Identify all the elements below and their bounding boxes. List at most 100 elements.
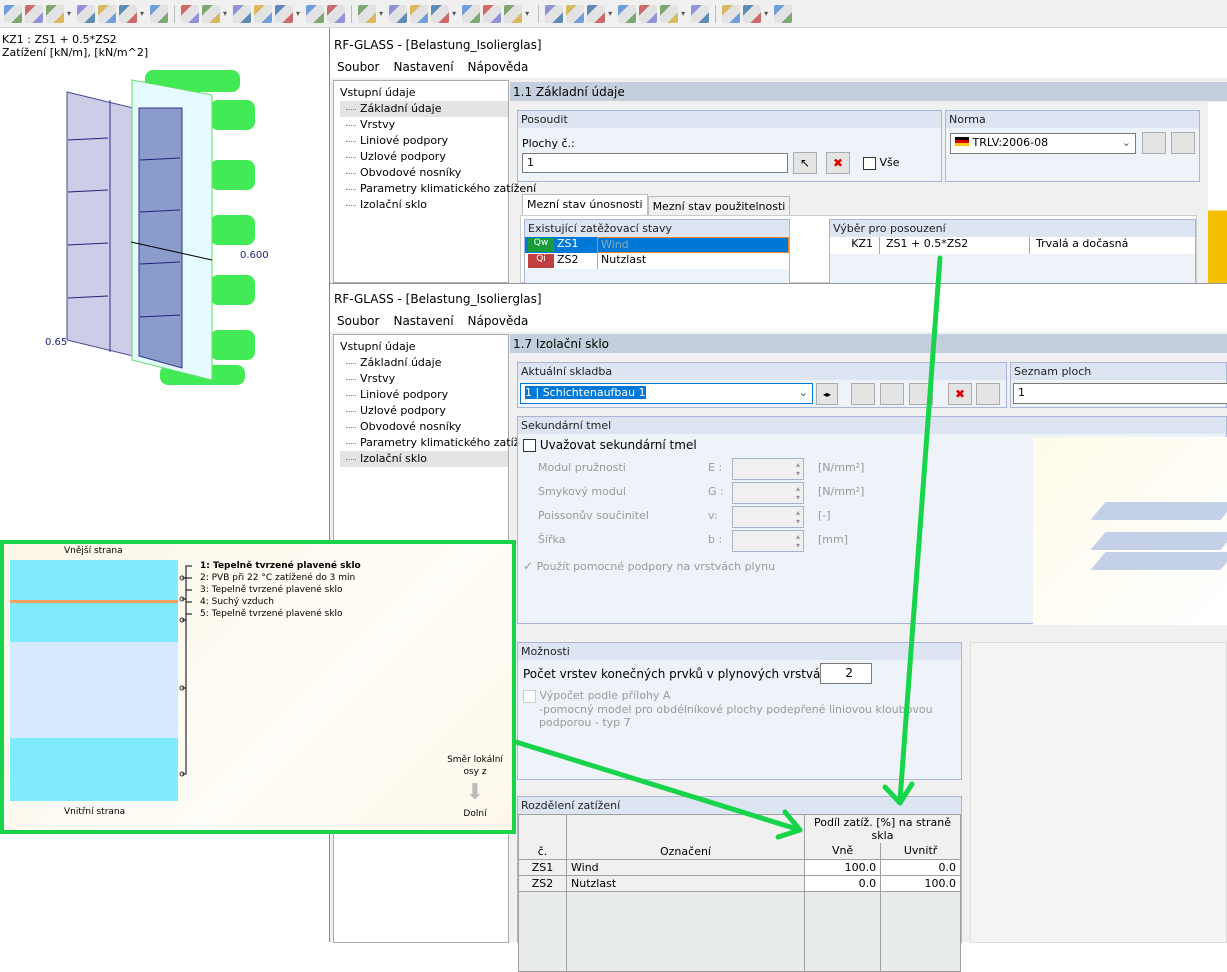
new-norm-button[interactable] xyxy=(1142,132,1166,154)
all-checkbox[interactable]: Vše xyxy=(863,156,900,170)
load-group-icon[interactable] xyxy=(181,4,200,23)
tree-item-climate[interactable]: Parametry klimatického zatížení xyxy=(340,181,536,197)
wizard-icon[interactable] xyxy=(254,4,273,23)
zoom-model-icon[interactable] xyxy=(275,4,294,23)
cell-inside[interactable]: 0.0 xyxy=(880,858,961,876)
menu-file[interactable]: Soubor xyxy=(337,314,379,332)
cell-outside[interactable]: 100.0 xyxy=(803,858,882,876)
fe-layers-spinner[interactable]: 2 xyxy=(820,663,872,684)
solid-icon[interactable] xyxy=(46,4,64,23)
tree-item-edge-beams[interactable]: Obvodové nosníky xyxy=(340,165,508,181)
box-icon[interactable] xyxy=(77,4,96,23)
norm-select[interactable]: TRLV:2006-08 ⌄ xyxy=(950,133,1136,154)
tree-item-insulating-glass[interactable]: Izolační sklo xyxy=(340,451,508,467)
move-icon[interactable] xyxy=(119,4,138,23)
col-header-name: Označení xyxy=(566,814,805,860)
generate-icon[interactable] xyxy=(233,4,252,23)
render-icon[interactable] xyxy=(545,4,564,23)
node-icon[interactable] xyxy=(660,4,679,23)
tree-item-line-supports[interactable]: Liniové podpory xyxy=(340,387,508,403)
view-y-icon[interactable] xyxy=(431,4,450,23)
dropdown-arrow-icon[interactable]: ▾ xyxy=(764,9,768,18)
zoom-cancel-icon[interactable] xyxy=(327,4,346,23)
display-icon[interactable] xyxy=(504,4,523,23)
view-x-icon[interactable] xyxy=(410,4,429,23)
load-icon[interactable] xyxy=(150,4,169,23)
line-icon[interactable] xyxy=(566,4,585,23)
tab-uls[interactable]: Mezní stav únosnosti xyxy=(522,194,648,217)
cell-no: ZS1 xyxy=(518,858,567,876)
table-row[interactable]: ZS2 Nutzlast 0.0 100.0 xyxy=(518,874,961,892)
edit-layup-button[interactable] xyxy=(880,383,904,405)
dropdown-arrow-icon[interactable]: ▾ xyxy=(296,9,300,18)
dropdown-arrow-icon[interactable]: ▾ xyxy=(67,9,71,18)
all-label: Vše xyxy=(879,156,900,169)
surfaces-input[interactable]: 1 xyxy=(522,153,788,173)
tree-item-edge-beams[interactable]: Obvodové nosníky xyxy=(340,419,508,435)
new-layup-button[interactable] xyxy=(851,383,875,405)
support-icon[interactable] xyxy=(722,4,741,23)
surface-list-input[interactable]: 1 xyxy=(1013,383,1227,404)
isometric-icon[interactable] xyxy=(358,4,377,23)
tree-item-nodal-supports[interactable]: Uzlové podpory xyxy=(340,403,508,419)
tree-item-layers[interactable]: Vrstvy xyxy=(340,117,508,133)
view-z-icon[interactable] xyxy=(462,4,481,23)
menu-help[interactable]: Nápověda xyxy=(468,314,529,332)
copy-layup-button[interactable] xyxy=(909,383,933,405)
dropdown-arrow-icon[interactable]: ▾ xyxy=(525,9,529,18)
selection-row[interactable]: KZ1 ZS1 + 0.5*ZS2 Trvalá a dočasná xyxy=(830,237,1195,254)
dropdown-arrow-icon[interactable]: ▾ xyxy=(379,9,383,18)
tree-root[interactable]: Vstupní údaje xyxy=(340,85,508,101)
grid-icon[interactable] xyxy=(691,4,710,23)
norma-group: Norma TRLV:2006-08 ⌄ xyxy=(945,110,1200,182)
rectangle-icon[interactable] xyxy=(25,4,43,23)
annex-desc-2: podporou - typ 7 xyxy=(539,715,631,729)
load-group2-icon[interactable] xyxy=(202,4,221,23)
prev-next-buttons[interactable]: ◂▸ xyxy=(816,383,838,405)
tree-root[interactable]: Vstupní údaje xyxy=(340,339,508,355)
tree-item-basic[interactable]: Základní údaje xyxy=(340,355,508,371)
dropdown-arrow-icon[interactable]: ▾ xyxy=(140,9,144,18)
toolbar-separator xyxy=(174,4,176,23)
layup-select[interactable]: 1 | Schichtenaufbau 1 ⌄ xyxy=(520,383,813,404)
new-surface-icon[interactable] xyxy=(4,4,22,23)
load-case-row[interactable]: Qi ZS2 Nutzlast xyxy=(525,253,789,269)
pick-button[interactable]: ↖ xyxy=(793,152,817,174)
chevron-down-icon: ⌄ xyxy=(798,386,808,399)
menu-help[interactable]: Nápověda xyxy=(468,60,529,78)
axis-icon[interactable] xyxy=(639,4,658,23)
sealant-checkbox[interactable]: Uvažovat sekundární tmel xyxy=(523,438,697,452)
table-row[interactable]: ZS1 Wind 100.0 0.0 xyxy=(518,858,961,876)
dropdown-arrow-icon[interactable]: ▾ xyxy=(452,9,456,18)
tree-item-nodal-supports[interactable]: Uzlové podpory xyxy=(340,149,508,165)
cell-inside[interactable]: 100.0 xyxy=(880,874,961,892)
menu-settings[interactable]: Nastavení xyxy=(393,314,453,332)
view-minus-x-icon[interactable] xyxy=(483,4,502,23)
field-label: Poissonův součinitel xyxy=(538,509,649,522)
delete-layup-button[interactable]: ✖ xyxy=(948,383,972,405)
menu-file[interactable]: Soubor xyxy=(337,60,379,78)
delete-button[interactable]: ✖ xyxy=(826,152,850,174)
tree-item-climate[interactable]: Parametry klimatického zatížení xyxy=(340,435,536,451)
layup-list-button[interactable] xyxy=(976,383,1000,405)
view-3d-icon[interactable] xyxy=(389,4,408,23)
tree-item-line-supports[interactable]: Liniové podpory xyxy=(340,133,508,149)
zoom-window-icon[interactable] xyxy=(306,4,325,23)
tree-item-layers[interactable]: Vrstvy xyxy=(340,371,508,387)
dropdown-arrow-icon[interactable]: ▾ xyxy=(608,9,612,18)
copy-icon[interactable] xyxy=(98,4,117,23)
dropdown-arrow-icon[interactable]: ▾ xyxy=(223,9,227,18)
tree-item-insulating-glass[interactable]: Izolační sklo xyxy=(340,197,508,213)
tab-sls[interactable]: Mezní stav použitelnosti xyxy=(647,196,791,217)
menu-settings[interactable]: Nastavení xyxy=(393,60,453,78)
load-case-row[interactable]: Qw ZS1 Wind xyxy=(525,237,789,253)
cell-outside[interactable]: 0.0 xyxy=(803,874,882,892)
toolbar-separator xyxy=(715,4,717,23)
edit-norm-button[interactable] xyxy=(1171,132,1195,154)
surface-icon[interactable] xyxy=(587,4,606,23)
tree-item-basic[interactable]: Základní údaje xyxy=(340,101,508,117)
solid-view-icon[interactable] xyxy=(618,4,637,23)
color-icon[interactable] xyxy=(774,4,793,23)
dropdown-arrow-icon[interactable]: ▾ xyxy=(681,9,685,18)
table-icon[interactable] xyxy=(743,4,762,23)
